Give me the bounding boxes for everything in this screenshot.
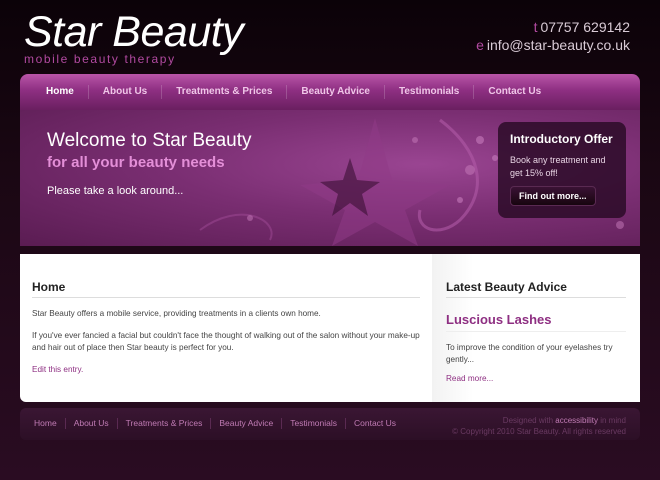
swirl-shape	[417, 118, 479, 232]
swirl-shape-2	[199, 213, 273, 241]
email-prefix: e	[476, 37, 484, 53]
intro-paragraph: Star Beauty offers a mobile service, pro…	[32, 309, 321, 318]
offer-title: Introductory Offer	[510, 132, 613, 146]
post-title[interactable]: Luscious Lashes	[446, 312, 626, 332]
nav-item-treatments-prices[interactable]: Treatments & Prices	[162, 85, 288, 99]
dot-shape	[457, 197, 463, 203]
main-content: Home Star Beauty offers a mobile service…	[20, 254, 432, 402]
accessibility-link[interactable]: accessibility	[555, 416, 598, 425]
footer: Home About Us Treatments & Prices Beauty…	[20, 408, 640, 440]
dot-shape	[476, 136, 484, 144]
footer-credits: Designed with accessibility in mind © Co…	[452, 415, 626, 437]
introductory-offer-box: Introductory Offer Book any treatment an…	[498, 122, 626, 218]
site-logo[interactable]: Star Beauty mobile beauty therapy	[24, 8, 244, 66]
welcome-block: Welcome to Star Beauty for all your beau…	[47, 130, 252, 197]
phone-number: 07757 629142	[540, 19, 630, 35]
phone-prefix: t	[533, 19, 538, 35]
email-line: e info@star-beauty.co.uk	[476, 36, 630, 54]
page-title: Home	[32, 280, 420, 298]
designed-prefix: Designed with	[502, 416, 554, 425]
nav-item-about-us[interactable]: About Us	[89, 85, 163, 99]
offer-text: Book any treatment and get 15% off!	[510, 155, 606, 178]
designed-suffix: in mind	[600, 416, 626, 425]
sidebar: Latest Beauty Advice Luscious Lashes To …	[432, 254, 640, 402]
footer-link-testimonials[interactable]: Testimonials	[282, 418, 346, 429]
banner-text: Please take a look around...	[47, 185, 184, 197]
nav-item-contact-us[interactable]: Contact Us	[474, 85, 555, 99]
dot-shape	[465, 165, 475, 175]
nav-item-testimonials[interactable]: Testimonials	[385, 85, 475, 99]
body-paragraph: If you've ever fancied a facial but coul…	[32, 331, 420, 352]
copyright-text: © Copyright 2010 Star Beauty. All rights…	[452, 427, 626, 436]
nav-item-beauty-advice[interactable]: Beauty Advice	[287, 85, 385, 99]
read-more-link[interactable]: Read more...	[446, 374, 626, 383]
header-contact: t 07757 629142 e info@star-beauty.co.uk	[476, 18, 630, 54]
footer-link-about-us[interactable]: About Us	[66, 418, 118, 429]
sidebar-title: Latest Beauty Advice	[446, 280, 626, 298]
designed-with-line: Designed with accessibility in mind	[452, 415, 626, 426]
email-link[interactable]: info@star-beauty.co.uk	[487, 37, 630, 53]
hero-banner: Welcome to Star Beauty for all your beau…	[20, 110, 640, 246]
banner-title: Welcome to Star Beauty	[47, 130, 252, 151]
post-excerpt: To improve the condition of your eyelash…	[446, 343, 613, 364]
dot-shape	[412, 137, 418, 143]
footer-link-treatments-prices[interactable]: Treatments & Prices	[118, 418, 212, 429]
content-panel: Home Star Beauty offers a mobile service…	[20, 254, 640, 402]
main-nav: Home About Us Treatments & Prices Beauty…	[20, 74, 640, 110]
footer-nav: Home About Us Treatments & Prices Beauty…	[26, 418, 404, 429]
phone-line: t 07757 629142	[476, 18, 630, 36]
nav-item-home[interactable]: Home	[32, 85, 89, 99]
footer-link-beauty-advice[interactable]: Beauty Advice	[211, 418, 283, 429]
footer-link-contact-us[interactable]: Contact Us	[346, 418, 404, 429]
find-out-more-button[interactable]: Find out more...	[510, 186, 596, 206]
dot-shape	[247, 215, 253, 221]
logo-title: Star Beauty	[24, 8, 244, 56]
footer-link-home[interactable]: Home	[26, 418, 66, 429]
dot-shape	[616, 221, 624, 229]
edit-entry-link[interactable]: Edit this entry.	[32, 365, 83, 374]
banner-subtitle: for all your beauty needs	[47, 154, 225, 171]
